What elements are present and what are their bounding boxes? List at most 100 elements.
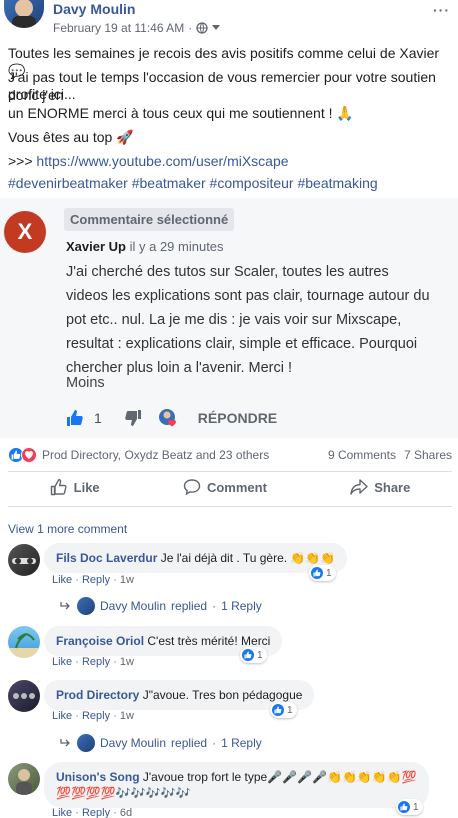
- comment-meta: Like · Reply · 6d: [52, 807, 133, 818]
- like-reaction-icon: [310, 566, 324, 580]
- comment-reply-link[interactable]: Reply: [82, 656, 110, 668]
- replier-name: Davy Moulin: [100, 736, 167, 750]
- reply-count: 1 Reply: [221, 736, 262, 750]
- post-author[interactable]: Davy Moulin: [53, 1, 135, 17]
- post-text-line: profite ici...: [8, 86, 76, 102]
- comment-meta: Like · Reply · 1w: [52, 710, 134, 722]
- selected-comment-badge: Commentaire sélectionné: [64, 208, 235, 231]
- comment-author[interactable]: Prod Directory: [56, 688, 139, 702]
- like-count: 1: [94, 410, 102, 426]
- comment-time[interactable]: 1w: [120, 574, 134, 586]
- globe-icon[interactable]: [196, 22, 208, 34]
- comment-time[interactable]: 1w: [120, 710, 134, 722]
- share-button[interactable]: Share: [350, 478, 410, 496]
- replier-name: Davy Moulin: [100, 599, 167, 613]
- comment-reply-link[interactable]: Reply: [82, 710, 110, 722]
- comment-reactions[interactable]: 1: [270, 702, 297, 718]
- commenter-avatar[interactable]: [8, 626, 40, 658]
- commenter-avatar[interactable]: [8, 680, 40, 712]
- reply-button[interactable]: RÉPONDRE: [198, 410, 277, 426]
- like-reaction-icon: [241, 648, 255, 662]
- author-avatar[interactable]: [4, 0, 44, 28]
- comment-author[interactable]: Fils Doc Laverdur: [56, 551, 157, 565]
- comments-count[interactable]: 9 Comments: [328, 448, 396, 462]
- reply-thread-link[interactable]: Davy Moulin replied · 1 Reply: [60, 734, 262, 752]
- comment-button[interactable]: Comment: [183, 478, 267, 496]
- share-label: Share: [374, 479, 411, 495]
- more-options-icon[interactable]: ···: [433, 2, 450, 18]
- post-meta: February 19 at 11:46 AM ·: [53, 21, 221, 35]
- post-timestamp[interactable]: February 19 at 11:46 AM: [53, 21, 184, 35]
- comment-like-link[interactable]: Like: [52, 807, 72, 818]
- comment-time[interactable]: 6d: [120, 807, 132, 818]
- commenter-avatar[interactable]: [8, 763, 40, 795]
- reaction-count: 1: [287, 704, 293, 716]
- selected-comment-time[interactable]: il y a 29 minutes: [130, 239, 224, 254]
- selected-comment-text: J'ai cherché des tutos sur Scaler, toute…: [66, 260, 452, 380]
- comment-like-link[interactable]: Like: [52, 656, 72, 668]
- link-prefix: >>>: [8, 153, 37, 169]
- reactions-bar: Prod Directory, Oxydz Beatz and 23 other…: [8, 447, 452, 463]
- reply-arrow-icon: [60, 601, 72, 611]
- creator-heart-icon: [158, 408, 180, 428]
- comment-meta: Like · Reply · 1w: [52, 656, 134, 668]
- like-label: Like: [73, 479, 100, 495]
- commenter-avatar[interactable]: [8, 544, 40, 576]
- comment-reply-link[interactable]: Reply: [82, 574, 110, 586]
- comment-text-line: chercher plus loin a l'avenir. Merci !: [66, 360, 293, 376]
- reply-action: replied: [171, 736, 208, 750]
- comment-text-line: resultat : explications clair, simple et…: [66, 336, 418, 352]
- shares-count[interactable]: 7 Shares: [404, 448, 452, 462]
- meta-separator: ·: [188, 21, 193, 35]
- thumbs-up-icon[interactable]: [66, 409, 84, 427]
- reactions-summary[interactable]: Prod Directory, Oxydz Beatz and 23 other…: [42, 448, 269, 462]
- comment-reactions[interactable]: 1: [396, 799, 423, 815]
- replier-avatar: [77, 597, 95, 615]
- reaction-count: 1: [326, 567, 332, 579]
- comment-text: J'avoue trop fort le type🎤🎤🎤🎤👏👏👏👏👏💯: [142, 770, 417, 784]
- like-button[interactable]: Like: [50, 478, 100, 496]
- reply-thread-link[interactable]: Davy Moulin replied · 1 Reply: [60, 597, 262, 615]
- post-hashtags[interactable]: #devenirbeatmaker #beatmaker #compositeu…: [8, 174, 378, 192]
- reply-count: 1 Reply: [221, 599, 262, 613]
- comment-text: C'est très mérité! Merci: [147, 634, 271, 648]
- love-reaction-icon[interactable]: [21, 447, 37, 463]
- comment-icon: [183, 478, 201, 496]
- youtube-link[interactable]: https://www.youtube.com/user/miXscape: [36, 153, 288, 169]
- reaction-count: 1: [413, 801, 419, 813]
- reply-action: replied: [171, 599, 208, 613]
- comment-reactions[interactable]: 1: [240, 647, 267, 663]
- post-text-line: un ENORME merci à tous ceux qui me souti…: [8, 105, 354, 121]
- comment-text: J"avoue. Tres bon pédagogue: [142, 688, 303, 702]
- commenter-avatar[interactable]: X: [4, 211, 46, 253]
- post-action-row: Like Comment Share: [8, 478, 452, 496]
- comment-author[interactable]: Unison's Song: [56, 770, 140, 784]
- selected-comment-header: Xavier Up il y a 29 minutes: [66, 239, 224, 254]
- divider: [8, 506, 452, 507]
- comment-label: Comment: [206, 479, 267, 495]
- chevron-down-icon[interactable]: [212, 25, 221, 31]
- post-link-line: >>> https://www.youtube.com/user/miXscap…: [8, 152, 289, 170]
- thumbs-down-icon[interactable]: [124, 409, 142, 427]
- reply-arrow-icon: [60, 738, 72, 748]
- like-icon: [50, 478, 68, 496]
- comment-meta: Like · Reply · 1w: [52, 574, 134, 586]
- selected-comment-author[interactable]: Xavier Up: [66, 239, 126, 254]
- show-less-link[interactable]: Moins: [66, 375, 105, 391]
- comment-like-link[interactable]: Like: [52, 710, 72, 722]
- selected-comment-actions: 1 RÉPONDRE: [66, 408, 277, 428]
- comment-bubble: Unison's Song J'avoue trop fort le type🎤…: [44, 762, 429, 808]
- comment-text: Je l'ai déjà dit . Tu gère. 👏👏👏: [160, 551, 336, 565]
- comment-author[interactable]: Françoise Oriol: [56, 634, 144, 648]
- comment-reply-link[interactable]: Reply: [82, 807, 110, 818]
- comment-text-line: videos les explications sont pas clair, …: [66, 288, 430, 304]
- comment-time[interactable]: 1w: [120, 656, 134, 668]
- comment-reactions[interactable]: 1: [309, 565, 336, 581]
- like-reaction-icon: [271, 703, 285, 717]
- comment-text-line: pot etc.. nul. La je me dis : je vais vo…: [66, 312, 402, 328]
- view-more-comments-link[interactable]: View 1 more comment: [8, 522, 127, 536]
- comment-like-link[interactable]: Like: [52, 574, 72, 586]
- replier-avatar: [77, 734, 95, 752]
- reply-separator: ·: [212, 599, 217, 613]
- like-reaction-icon: [397, 800, 411, 814]
